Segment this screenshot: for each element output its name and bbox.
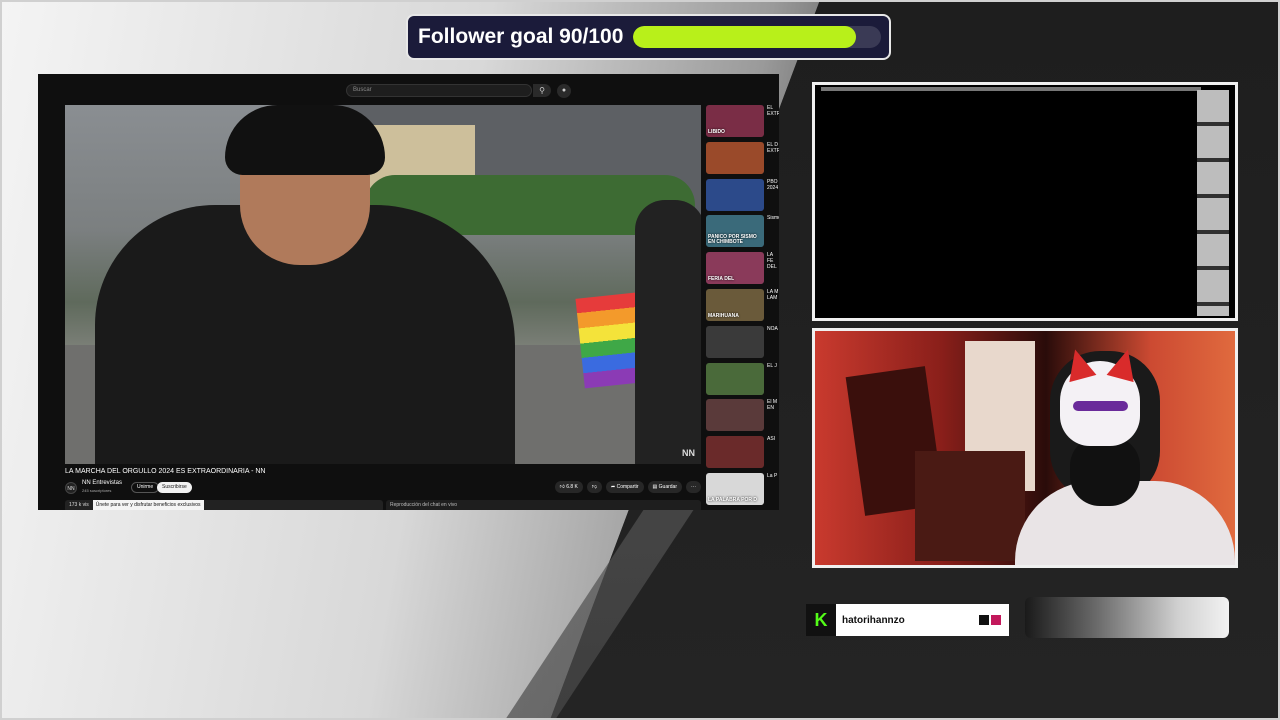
recommendation-title[interactable]: LA M LAM xyxy=(767,289,779,323)
recommendation-thumbnail[interactable] xyxy=(706,325,764,358)
follower-goal-fill xyxy=(633,26,857,48)
join-button[interactable]: Unirme xyxy=(131,482,160,493)
recommendation-title[interactable]: El M EN xyxy=(767,399,779,433)
follower-goal-widget: Follower goal 90/100 xyxy=(406,14,891,60)
more-actions-button[interactable]: ··· xyxy=(686,481,701,493)
recommendation-title[interactable]: Sismo xyxy=(767,215,779,249)
search-input[interactable]: Buscar xyxy=(346,84,532,97)
video-actions: 👍︎ 6.8 K 👎︎ ➦ Compartir ▤ Guardar ··· xyxy=(554,481,701,493)
recommendation-item[interactable]: EL D EXTR xyxy=(706,141,779,179)
video-watermark: NN xyxy=(682,448,695,458)
channel-subscribers: 245 suscriptores xyxy=(82,488,112,493)
recommendation-thumbnail[interactable] xyxy=(706,141,764,174)
save-label: Guardar xyxy=(658,484,677,490)
recommendation-item[interactable]: PANICO POR SISMO EN CHIMBOTE Sismo xyxy=(706,215,779,252)
webcam-feed xyxy=(812,328,1238,568)
share-icon: ➦ xyxy=(610,484,616,490)
recommendation-thumbnail-text: MARIHUANA xyxy=(708,312,739,319)
decorative-square-black xyxy=(979,615,989,625)
like-button[interactable]: 👍︎ 6.8 K xyxy=(554,481,583,493)
recommendation-item[interactable]: PBO 2024 xyxy=(706,178,779,216)
youtube-topbar: Buscar ⚲ ● xyxy=(38,74,779,105)
subscribe-button[interactable]: Suscribirse xyxy=(157,482,192,493)
save-button[interactable]: ▤ Guardar xyxy=(647,481,682,493)
bookmark-icon: ▤ xyxy=(652,484,658,490)
recommendation-title[interactable]: NOA xyxy=(767,326,779,360)
youtube-window: Buscar ⚲ ● NN LA MARCHA DEL ORGULLO 2024… xyxy=(38,74,779,510)
recommendation-thumbnail[interactable]: LIBIDO xyxy=(706,105,764,137)
gradient-banner xyxy=(1025,597,1229,638)
like-count: 6.8 K xyxy=(566,484,578,490)
membership-banner[interactable]: Únete para ver y disfrutar beneficios ex… xyxy=(92,500,204,510)
recommendation-thumbnail[interactable]: PANICO POR SISMO EN CHIMBOTE xyxy=(706,215,764,248)
recommendation-title[interactable]: EL EXTR xyxy=(767,105,779,139)
channel-row: NN NN Entrevistas 245 suscriptores Unirm… xyxy=(65,480,701,496)
recommendation-item[interactable]: LA PALABRA POR D La P xyxy=(706,472,779,510)
chat-replay-bar[interactable]: Reproducción del chat en vivo xyxy=(386,500,701,510)
video-description[interactable]: 173 k vis Únete para ver y disfrutar bene… xyxy=(65,500,383,510)
recommendation-thumbnail[interactable]: FERIA DEL xyxy=(706,252,764,285)
recommendation-item[interactable]: LIBIDO EL EXTR xyxy=(706,105,779,142)
recommendation-thumbnail-text: FERIA DEL xyxy=(708,276,735,283)
recommendation-title[interactable]: La P xyxy=(767,473,779,507)
follower-goal-text: Follower goal 90/100 xyxy=(418,25,624,48)
recommendation-thumbnail[interactable]: MARIHUANA xyxy=(706,288,764,321)
microphone-icon[interactable]: ● xyxy=(557,84,571,98)
share-label: Compartir xyxy=(616,484,639,490)
recommendation-title[interactable]: ASI xyxy=(767,436,779,470)
video-scene-bystander xyxy=(635,200,701,464)
recommendation-item[interactable]: ASI xyxy=(706,436,779,473)
decorative-square-pink xyxy=(991,615,1001,625)
kick-username-bar: K hatorihannzo xyxy=(806,604,1009,636)
kick-logo-icon: K xyxy=(806,604,836,636)
secondary-display-panel xyxy=(812,82,1238,321)
recommendation-item[interactable]: El M EN xyxy=(706,399,779,436)
follower-goal-track xyxy=(633,26,881,48)
view-count: 173 k vis xyxy=(69,502,89,508)
recommendation-item[interactable]: MARIHUANA LA M LAM xyxy=(706,288,779,326)
search-icon[interactable]: ⚲ xyxy=(533,84,551,97)
secondary-display-strip xyxy=(1197,90,1229,316)
recommendation-title[interactable]: EL J xyxy=(767,363,779,397)
dislike-button[interactable]: 👎︎ xyxy=(586,481,602,493)
channel-avatar[interactable]: NN xyxy=(65,482,77,494)
recommendation-title[interactable]: PBO 2024 xyxy=(767,179,779,213)
recommendation-title[interactable]: LA FE DEL xyxy=(767,252,779,286)
recommendation-thumbnail[interactable] xyxy=(706,436,764,469)
recommendation-item[interactable]: NOA xyxy=(706,325,779,363)
recommendation-thumbnail[interactable] xyxy=(706,178,764,211)
recommendation-thumbnail[interactable] xyxy=(706,362,764,395)
thumbs-down-icon: 👎︎ xyxy=(591,484,597,490)
kick-username: hatorihannzo xyxy=(842,614,905,626)
recommendation-thumbnail[interactable] xyxy=(706,399,764,432)
webcam-face-cover xyxy=(1070,436,1140,506)
fox-mask-eye-band xyxy=(1073,401,1128,411)
video-scene-person-hair xyxy=(225,105,385,175)
recommendations-sidebar: LIBIDO EL EXTR EL D EXTR PBO 2024 PANICO POR… xyxy=(706,105,779,510)
recommendation-thumbnail-text: LA PALABRA POR D xyxy=(708,496,757,503)
video-title: LA MARCHA DEL ORGULLO 2024 ES EXTRAORDIN… xyxy=(65,468,266,475)
recommendation-thumbnail[interactable]: LA PALABRA POR D xyxy=(706,472,764,505)
recommendation-item[interactable]: FERIA DEL LA FE DEL xyxy=(706,252,779,289)
secondary-display-topbar xyxy=(821,87,1201,91)
channel-name[interactable]: NN Entrevistas xyxy=(82,480,122,486)
recommendation-title[interactable]: EL D EXTR xyxy=(767,142,779,176)
thumbs-up-icon: 👍︎ xyxy=(559,484,565,490)
recommendation-item[interactable]: EL J xyxy=(706,362,779,400)
recommendation-thumbnail-text: PANICO POR SISMO EN CHIMBOTE xyxy=(708,234,757,246)
share-button[interactable]: ➦ Compartir xyxy=(605,481,644,493)
recommendation-thumbnail-text: LIBIDO xyxy=(708,129,725,135)
video-player[interactable]: NN xyxy=(65,105,701,464)
webcam-shelf xyxy=(915,451,1025,561)
